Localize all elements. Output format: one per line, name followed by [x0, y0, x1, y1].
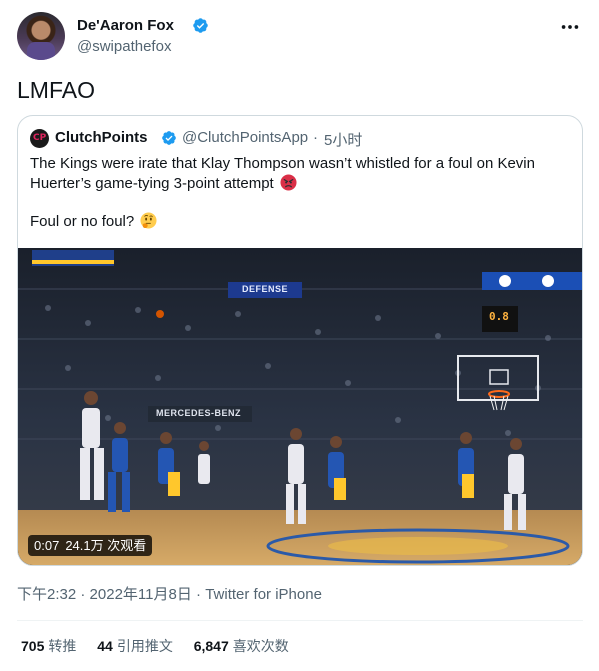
likes-label: 喜欢次数 [232, 638, 289, 654]
quotes-label: 引用推文 [116, 638, 173, 654]
author-row: De'Aaron Fox @swipathefox [17, 12, 583, 64]
likes-count: 6,847 [193, 638, 229, 654]
quotes-stat[interactable]: 44 引用推文 [97, 636, 173, 656]
retweets-count: 705 [21, 638, 45, 654]
divider [17, 620, 583, 621]
angry-face-icon [280, 174, 297, 191]
quoted-tweet-card[interactable]: CP ClutchPoints @ClutchPointsApp · 5小时 T… [17, 115, 583, 566]
video-duration: 0:07 [34, 538, 60, 553]
meta-separator: · [191, 586, 206, 603]
arena-sign-mercedes: MERCEDES-BENZ [156, 408, 242, 418]
video-duration-views-badge: 0:07 24.1万 次观看 [28, 535, 153, 556]
quoted-display-name[interactable]: ClutchPoints [55, 129, 148, 146]
tweet-detail: De'Aaron Fox @swipathefox LMFAO CP Clutc… [0, 0, 599, 671]
likes-stat[interactable]: 6,847 喜欢次数 [194, 636, 289, 656]
tweet-source[interactable]: Twitter for iPhone [205, 586, 322, 603]
author-handle[interactable]: @swipathefox [77, 38, 171, 55]
video-views: 24.1万 次观看 [65, 538, 147, 553]
tweet-date[interactable]: 2022年11月8日 [90, 586, 192, 603]
quoted-handle[interactable]: @ClutchPointsApp [182, 129, 308, 146]
tweet-time[interactable]: 下午2:32 [17, 586, 76, 603]
quoted-tweet-header: CP ClutchPoints @ClutchPointsApp · 5小时 [30, 128, 570, 150]
retweets-stat[interactable]: 705 转推 [21, 636, 76, 656]
tweet-text: LMFAO [17, 77, 95, 103]
clutchpoints-logo-text: CP [33, 133, 47, 143]
quoted-tweet-question: Foul or no foul? [30, 212, 157, 230]
quoted-verified-badge-icon [162, 131, 176, 145]
quoted-timestamp[interactable]: 5小时 [324, 129, 362, 150]
avatar[interactable] [17, 12, 65, 60]
thinking-face-icon [140, 212, 157, 229]
author-display-name[interactable]: De'Aaron Fox [77, 17, 174, 34]
verified-badge-icon [193, 18, 208, 33]
quoted-tweet-text: The Kings were irate that Klay Thompson … [30, 154, 570, 194]
more-options-icon[interactable] [559, 16, 581, 38]
quoted-separator: · [313, 129, 318, 146]
shot-clock-readout: 0.8 [489, 310, 509, 323]
video-media[interactable]: DEFENSE MERCEDES-BENZ 0.8 0:07 24.1万 次观看 [18, 248, 582, 565]
tweet-metadata: 下午2:32 · 2022年11月8日 · Twitter for iPhone [17, 583, 322, 604]
quotes-count: 44 [97, 638, 113, 654]
quoted-question-text: Foul or no foul? [30, 213, 135, 230]
engagement-stats: 705 转推 44 引用推文 6,847 喜欢次数 [21, 636, 306, 656]
meta-separator: · [76, 586, 90, 603]
basketball-video-frame [18, 248, 582, 565]
arena-sign-defense: DEFENSE [242, 284, 289, 294]
retweets-label: 转推 [48, 638, 77, 654]
clutchpoints-logo[interactable]: CP [30, 129, 49, 148]
